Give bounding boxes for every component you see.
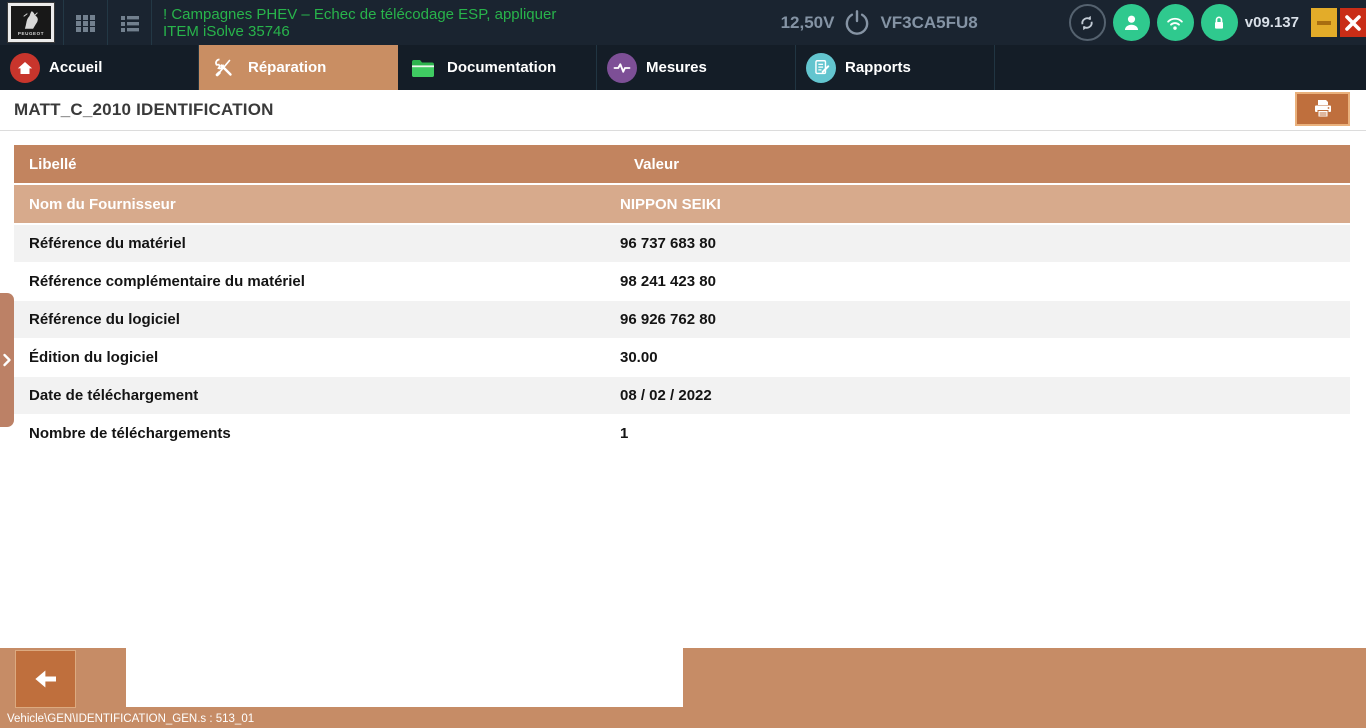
tab-label: Mesures [646, 59, 707, 76]
app-version: v09.137 [1245, 14, 1299, 31]
row-value: 30.00 [620, 349, 1350, 366]
row-value: 96 926 762 80 [620, 311, 1350, 328]
table-row: Date de téléchargement 08 / 02 / 2022 [14, 377, 1350, 415]
grid-menu-button[interactable] [64, 0, 107, 45]
home-icon [10, 53, 40, 83]
top-bar: PEUGEOT ! Campagne [0, 0, 1366, 45]
row-value: NIPPON SEIKI [620, 196, 1350, 213]
header-libelle: Libellé [14, 156, 620, 173]
page-title: MATT_C_2010 IDENTIFICATION [14, 100, 274, 120]
power-icon [841, 7, 873, 39]
tab-reparation[interactable]: Réparation [199, 45, 398, 90]
chevron-right-icon [2, 353, 12, 367]
campaign-alert-line1: ! Campagnes PHEV – Echec de télécodage E… [163, 6, 781, 23]
list-menu-icon [117, 10, 143, 36]
row-value: 96 737 683 80 [620, 235, 1350, 252]
table-row: Référence complémentaire du matériel 98 … [14, 263, 1350, 301]
minimize-button[interactable] [1311, 8, 1337, 37]
row-label: Date de téléchargement [14, 387, 620, 404]
status-path: Vehicle\GEN\IDENTIFICATION_GEN.s : 513_0… [7, 713, 254, 725]
row-label: Référence du matériel [14, 235, 620, 252]
minimize-icon [1316, 15, 1332, 31]
identification-table: Libellé Valeur Nom du Fournisseur NIPPON… [14, 145, 1350, 453]
tab-label: Accueil [49, 59, 102, 76]
grid-menu-icon [73, 10, 99, 36]
battery-voltage: 12,50V [781, 13, 835, 33]
lion-glyph [20, 9, 42, 31]
table-row-supplier: Nom du Fournisseur NIPPON SEIKI [14, 185, 1350, 225]
wifi-icon [1164, 12, 1186, 34]
tab-label: Réparation [248, 59, 326, 76]
row-label: Édition du logiciel [14, 349, 620, 366]
row-value: 08 / 02 / 2022 [620, 387, 1350, 404]
close-button[interactable] [1340, 8, 1366, 37]
tab-mesures[interactable]: Mesures [597, 45, 796, 90]
table-row: Référence du matériel 96 737 683 80 [14, 225, 1350, 263]
table-row: Édition du logiciel 30.00 [14, 339, 1350, 377]
peugeot-lion-icon[interactable]: PEUGEOT [8, 3, 54, 42]
campaign-alert-message: ! Campagnes PHEV – Echec de télécodage E… [163, 6, 781, 40]
app-window: PEUGEOT ! Campagne [0, 0, 1366, 728]
power-button[interactable] [840, 6, 874, 40]
row-label: Référence du logiciel [14, 311, 620, 328]
close-icon [1344, 14, 1362, 32]
table-header-row: Libellé Valeur [14, 145, 1350, 185]
report-icon [806, 53, 836, 83]
header-valeur: Valeur [620, 156, 1350, 173]
top-bar-status-cluster: 12,50V VF3CA5FU8 [781, 0, 1366, 45]
vehicle-vin: VF3CA5FU8 [880, 13, 977, 33]
back-button[interactable] [15, 650, 76, 708]
tab-label: Rapports [845, 59, 911, 76]
main-nav: Accueil Réparation Document [0, 45, 1366, 90]
folder-icon [408, 53, 438, 83]
user-icon [1121, 12, 1142, 33]
wifi-status-button[interactable] [1157, 4, 1194, 41]
row-label: Nombre de téléchargements [14, 425, 620, 442]
tab-accueil[interactable]: Accueil [0, 45, 199, 90]
waveform-icon [607, 53, 637, 83]
table-row: Référence du logiciel 96 926 762 80 [14, 301, 1350, 339]
table-row: Nombre de téléchargements 1 [14, 415, 1350, 453]
tab-label: Documentation [447, 59, 556, 76]
row-value: 98 241 423 80 [620, 273, 1350, 290]
print-button[interactable] [1295, 92, 1350, 126]
sync-button[interactable] [1069, 4, 1106, 41]
logo-label: PEUGEOT [18, 31, 44, 36]
tab-documentation[interactable]: Documentation [398, 45, 597, 90]
footer-message-box [126, 648, 683, 707]
tab-rapports[interactable]: Rapports [796, 45, 995, 90]
divider [151, 0, 152, 45]
campaign-alert-line2: ITEM iSolve 35746 [163, 23, 781, 40]
side-panel-toggle[interactable] [0, 293, 14, 427]
user-status-button[interactable] [1113, 4, 1150, 41]
row-label: Référence complémentaire du matériel [14, 273, 620, 290]
lock-icon [1209, 13, 1229, 33]
back-arrow-icon [29, 664, 63, 694]
refresh-icon [1077, 13, 1097, 33]
row-label: Nom du Fournisseur [14, 196, 620, 213]
tools-icon [209, 53, 239, 83]
footer-bar: Vehicle\GEN\IDENTIFICATION_GEN.s : 513_0… [0, 648, 1366, 728]
list-menu-button[interactable] [108, 0, 151, 45]
title-bar: MATT_C_2010 IDENTIFICATION [0, 90, 1366, 131]
printer-icon [1311, 97, 1335, 121]
row-value: 1 [620, 425, 1350, 442]
lock-status-button[interactable] [1201, 4, 1238, 41]
